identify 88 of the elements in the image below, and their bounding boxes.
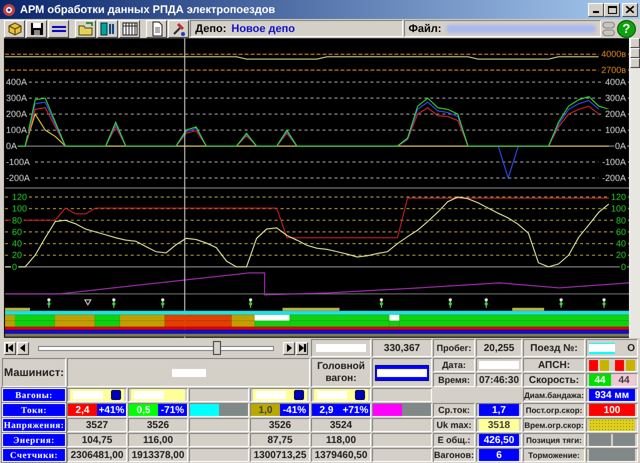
row-label: Вагоны: [2, 388, 66, 402]
current-percent: -41% [280, 404, 309, 416]
indicator-label: Скорость: [528, 374, 580, 386]
head-car-label: Головной вагон: [316, 360, 366, 384]
current-percent: +41% [97, 404, 126, 416]
current-value: 2,9 [312, 404, 341, 416]
axis-label: 80 [616, 215, 626, 226]
axis-label: 0 [621, 262, 626, 272]
depot-name: Новое депо [231, 22, 296, 34]
stat-value: 1,7 [479, 404, 519, 416]
indicator-label: Врем.огр.скор: [524, 420, 584, 430]
voltage-value: 3527 [86, 420, 108, 430]
axis-label: 80 [12, 215, 22, 226]
axis-label: 20 [616, 250, 626, 260]
energy-value: 104,75 [82, 434, 112, 446]
axis-label: 100 [611, 204, 626, 214]
voltage-value: 3526 [268, 420, 292, 430]
axis-label: 400A [6, 77, 27, 88]
stat-value: 07:46:30 [478, 374, 520, 386]
voltage-value: 3526 [146, 420, 170, 430]
counter-value: 2306481,00 [70, 450, 124, 460]
axis-label: 2700в [601, 65, 626, 76]
row-label: Энергия: [2, 433, 66, 447]
axis-label: 40 [12, 238, 22, 249]
axis-label: 100 [12, 204, 27, 214]
window-title: АРМ обработки данных РПДА электропоездов [20, 4, 276, 16]
reading-value: 44 [589, 374, 611, 386]
stat-label: Дата: [442, 360, 466, 370]
counter-value: 1913378,00 [132, 450, 184, 460]
stat-label: Пробег: [436, 343, 472, 353]
axis-label: 60 [616, 226, 626, 237]
stat-label: Ср.ток: [438, 405, 470, 415]
axis-label: -200A [602, 173, 626, 183]
axis-label: 200A [605, 109, 626, 120]
reading-value: 100 [589, 404, 635, 416]
energy-value: 87,75 [267, 434, 293, 446]
current-value: 0,5 [129, 404, 158, 416]
axis-label: 0A [615, 141, 626, 152]
axis-label: 20 [12, 250, 22, 260]
axis-label: -100A [602, 157, 626, 168]
driver-label: Машинист: [4, 366, 64, 378]
axis-label: 4000в [601, 49, 626, 60]
energy-value: 118,00 [326, 434, 356, 446]
axis-label: 100A [6, 125, 27, 136]
train-suffix: O [627, 342, 635, 354]
axis-label: 60 [12, 226, 22, 237]
position-value: 330,367 [384, 342, 420, 354]
depot-label: Депо: [195, 22, 226, 34]
file-label: Файл: [408, 22, 442, 34]
stat-label: Uk max: [436, 420, 472, 430]
axis-label: 300A [605, 93, 626, 104]
indicator-label: Позиция тяги: [526, 436, 582, 444]
indicator-label: Пост.огр.скор: [526, 406, 582, 414]
current-percent: -71% [158, 404, 187, 416]
row-label: Напряжения: [2, 418, 66, 432]
counter-value: 1300713,25 [254, 450, 306, 460]
axis-label: 120 [12, 192, 27, 202]
current-value: 1,0 [251, 404, 280, 416]
stat-label: Время: [438, 375, 470, 385]
stat-label: Вагонов: [434, 450, 474, 460]
stat-value: 3518 [479, 419, 519, 431]
counter-value: 1379460,50 [314, 450, 368, 460]
current-value: 2,4 [68, 404, 97, 416]
axis-label: 0A [6, 141, 17, 152]
indicator-label: Торможение: [528, 450, 580, 460]
axis-label: 400A [605, 77, 626, 88]
axis-label: 100A [605, 125, 626, 136]
row-label: Счетчики: [2, 448, 66, 462]
stat-value: 426,50 [479, 434, 519, 446]
axis-label: -100A [6, 157, 30, 168]
reading-value: 44 [613, 374, 635, 386]
stat-value: 20,255 [484, 342, 514, 354]
axis-label: -200A [6, 173, 30, 183]
stat-value: 6 [479, 449, 519, 461]
axis-label: 300A [6, 93, 27, 104]
stat-label: E общ.: [438, 435, 470, 445]
voltage-value: 3524 [330, 420, 352, 430]
reading-value: 934 мм [589, 389, 635, 401]
axis-label: 0 [12, 262, 17, 272]
axis-label: 120 [611, 192, 626, 202]
axis-label: 200A [6, 109, 27, 120]
axis-label: 40 [616, 238, 626, 249]
indicator-label: Поезд №: [530, 342, 578, 354]
indicator-label: Диам.бандажа: [524, 390, 584, 400]
energy-value: 116,00 [142, 434, 174, 446]
current-percent: +71% [341, 404, 370, 416]
indicator-label: АПСН: [538, 360, 570, 370]
row-label: Токи: [2, 403, 66, 417]
